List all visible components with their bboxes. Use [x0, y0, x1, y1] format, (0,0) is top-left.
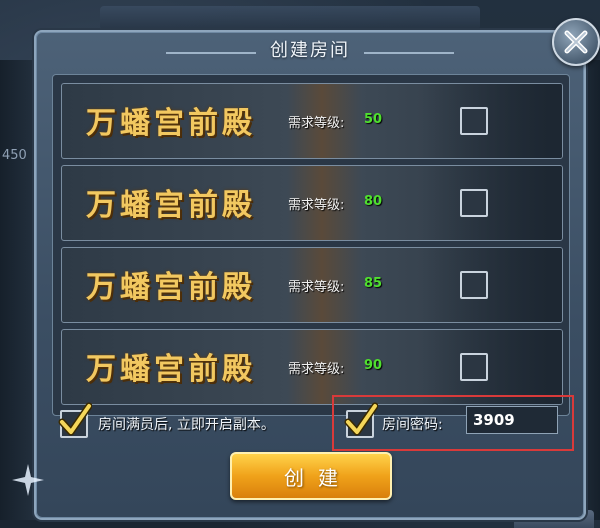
- dungeon-list: 万蟠宫前殿 需求等级: 50 万蟠宫前殿 需求等级: 80 万蟠宫前殿 需求等级…: [52, 74, 570, 416]
- background-top-banner: [100, 6, 480, 30]
- auto-start-checkbox[interactable]: [58, 402, 92, 438]
- password-checkbox[interactable]: [344, 402, 378, 438]
- dungeon-row[interactable]: 万蟠宫前殿 需求等级: 80: [61, 165, 563, 241]
- checkmark-icon: [58, 402, 92, 436]
- dungeon-row[interactable]: 万蟠宫前殿 需求等级: 50: [61, 83, 563, 159]
- close-button[interactable]: [552, 18, 600, 66]
- create-button-label: 创建: [284, 465, 352, 490]
- background-left-panel: 450: [0, 60, 38, 520]
- dialog-titlebar: 创建房间: [36, 32, 584, 66]
- dungeon-name: 万蟠宫前殿: [86, 188, 256, 223]
- create-button[interactable]: 创建: [230, 452, 392, 500]
- level-requirement-value: 85: [364, 276, 383, 291]
- create-room-dialog: 创建房间 万蟠宫前殿 需求等级: 50 万蟠宫前殿 需求等级: 80 万蟠宫前殿…: [34, 18, 600, 520]
- dungeon-row[interactable]: 万蟠宫前殿 需求等级: 85: [61, 247, 563, 323]
- sparkle-icon: [12, 464, 44, 496]
- level-requirement-label: 需求等级:: [288, 198, 345, 213]
- level-requirement-label: 需求等级:: [288, 362, 345, 377]
- dungeon-row[interactable]: 万蟠宫前殿 需求等级: 90: [61, 329, 563, 405]
- dialog-title: 创建房间: [270, 40, 350, 61]
- dungeon-select-checkbox[interactable]: [460, 189, 488, 217]
- title-divider-right: [364, 52, 454, 54]
- level-requirement-value: 90: [364, 358, 383, 373]
- level-requirement-label: 需求等级:: [288, 280, 345, 295]
- dungeon-select-checkbox[interactable]: [460, 353, 488, 381]
- dungeon-select-checkbox[interactable]: [460, 107, 488, 135]
- password-option[interactable]: 房间密码:: [344, 402, 443, 438]
- password-input[interactable]: 3909: [466, 406, 558, 434]
- title-divider-left: [166, 52, 256, 54]
- level-requirement-value: 50: [364, 112, 383, 127]
- auto-start-label: 房间满员后, 立即开启副本。: [98, 417, 275, 433]
- password-label: 房间密码:: [382, 417, 443, 433]
- auto-start-option[interactable]: 房间满员后, 立即开启副本。: [58, 402, 275, 438]
- level-requirement-label: 需求等级:: [288, 116, 345, 131]
- dungeon-name: 万蟠宫前殿: [86, 352, 256, 387]
- dungeon-name: 万蟠宫前殿: [86, 270, 256, 305]
- level-requirement-value: 80: [364, 194, 383, 209]
- close-icon: [564, 30, 588, 54]
- dungeon-name: 万蟠宫前殿: [86, 106, 256, 141]
- background-number: 450: [2, 148, 27, 163]
- dungeon-select-checkbox[interactable]: [460, 271, 488, 299]
- checkmark-icon: [344, 402, 378, 436]
